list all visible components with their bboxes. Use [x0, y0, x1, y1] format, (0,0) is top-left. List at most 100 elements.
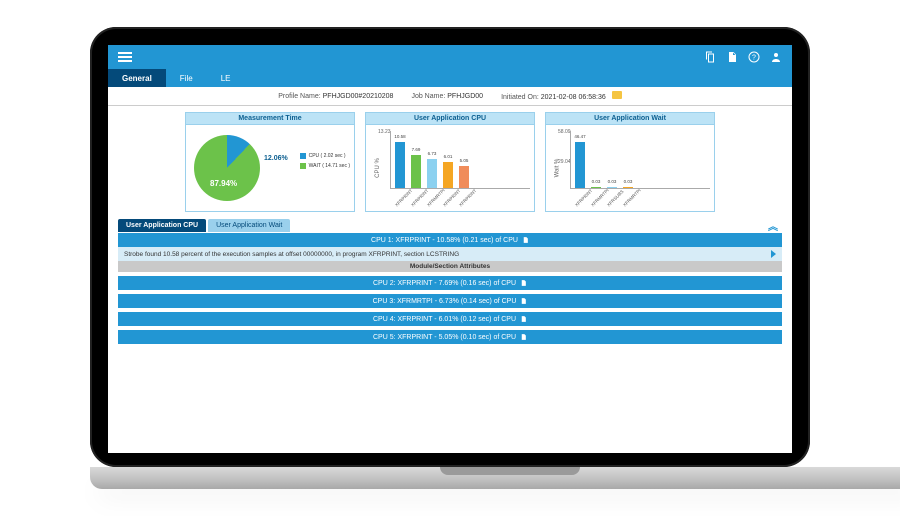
bar: 10.58 [395, 142, 405, 188]
document-icon [520, 297, 527, 305]
x-tick: XFRPRINT [442, 197, 453, 208]
result-row[interactable]: CPU 4: XFRPRINT - 6.01% (0.12 sec) of CP… [118, 312, 782, 326]
collapse-icon[interactable]: ︽ [768, 218, 782, 233]
x-tick: XFRMRTPI [590, 197, 601, 208]
result-row-label: CPU 5: XFRPRINT - 5.05% (0.10 sec) of CP… [373, 334, 516, 341]
card-app-cpu: User Application CPU CPU % 13.23 10.58 7… [365, 112, 535, 212]
top-actions: ? [704, 51, 782, 63]
laptop-base [90, 467, 900, 489]
result-detail: Strobe found 10.58 percent of the execut… [118, 247, 782, 261]
bar-area: 46.47 0.03 0.03 0.03 [570, 131, 710, 189]
pie-legend: CPU ( 2.02 sec ) WAIT ( 14.71 sec ) [300, 151, 350, 171]
job-label: Job Name: [411, 93, 445, 100]
bar-value: 6.01 [444, 154, 453, 159]
legend-swatch-cpu [300, 153, 306, 159]
result-tab-row: User Application CPU User Application Wa… [108, 218, 792, 233]
result-row-label: CPU 2: XFRPRINT - 7.69% (0.16 sec) of CP… [373, 280, 516, 287]
bar-value: 0.03 [624, 179, 633, 184]
x-ticks: XFRPRINT XFRMRTPI XFRSUBS XFRMRTPI [570, 204, 710, 209]
job-value: PFHJGD00 [447, 93, 483, 100]
bar-value: 5.05 [460, 158, 469, 163]
pie-graphic [194, 135, 260, 201]
x-tick: XFRMRTPI [426, 197, 437, 208]
document-icon [520, 315, 527, 323]
meta-bar: Profile Name: PFHJGD00#20210208 Job Name… [108, 87, 792, 106]
result-row[interactable]: CPU 1: XFRPRINT - 10.58% (0.21 sec) of C… [118, 233, 782, 247]
tab-file[interactable]: File [166, 69, 207, 87]
document-icon [520, 279, 527, 287]
results-list: CPU 1: XFRPRINT - 10.58% (0.21 sec) of C… [108, 233, 792, 350]
x-tick: XFRPRINT [394, 197, 405, 208]
bar-area: 10.58 7.69 6.73 6.01 5.05 [390, 131, 530, 189]
app-screen: ? General File LE Profile Name: PFHJGD00… [108, 45, 792, 453]
result-tab-wait[interactable]: User Application Wait [208, 219, 290, 232]
y-axis-label: CPU % [375, 158, 381, 178]
expand-icon[interactable] [771, 250, 776, 258]
result-group: CPU 1: XFRPRINT - 10.58% (0.21 sec) of C… [118, 233, 782, 272]
bar-value: 10.58 [394, 134, 405, 139]
tab-le[interactable]: LE [207, 69, 245, 87]
x-tick: XFRPRINT [574, 197, 585, 208]
bar-value: 7.69 [412, 147, 421, 152]
card-title: User Application Wait [546, 113, 714, 125]
x-tick: XFRPRINT [410, 197, 421, 208]
y-tick: 13.23 [378, 129, 391, 135]
help-icon[interactable]: ? [748, 51, 760, 63]
result-detail-text: Strobe found 10.58 percent of the execut… [124, 251, 459, 258]
page-tab-row: General File LE [108, 69, 792, 87]
pie-chart: 12.06% 87.94% CPU ( 2.02 sec ) WAIT ( 14… [186, 125, 354, 211]
bar: 0.03 [623, 187, 633, 188]
pie-pct-wait: 87.94% [210, 179, 237, 188]
tab-general[interactable]: General [108, 69, 166, 87]
result-row[interactable]: CPU 5: XFRPRINT - 5.05% (0.10 sec) of CP… [118, 330, 782, 344]
profile-value: PFHJGD00#20210208 [323, 93, 394, 100]
bar: 6.01 [443, 162, 453, 188]
card-title: Measurement Time [186, 113, 354, 125]
user-icon[interactable] [770, 51, 782, 63]
document-icon[interactable] [726, 51, 738, 63]
initiated-value: 2021-02-08 06:58:36 [541, 94, 606, 101]
result-row-label: CPU 3: XFRMRTPI - 6.73% (0.14 sec) of CP… [373, 298, 517, 305]
legend-wait: WAIT ( 14.71 sec ) [309, 163, 350, 169]
bar: 7.69 [411, 155, 421, 188]
card-title: User Application CPU [366, 113, 534, 125]
bar-value: 0.03 [608, 179, 617, 184]
x-tick: XFRMRTPI [622, 197, 633, 208]
bar: 0.03 [607, 187, 617, 188]
bar: 5.05 [459, 166, 469, 188]
pie-pct-cpu: 12.06% [264, 155, 288, 162]
folder-icon[interactable] [612, 91, 622, 99]
top-bar: ? [108, 45, 792, 69]
copy-icon[interactable] [704, 51, 716, 63]
bar: 0.03 [591, 187, 601, 188]
result-row[interactable]: CPU 3: XFRMRTPI - 6.73% (0.14 sec) of CP… [118, 294, 782, 308]
bar-value: 0.03 [592, 179, 601, 184]
result-row[interactable]: CPU 2: XFRPRINT - 7.69% (0.16 sec) of CP… [118, 276, 782, 290]
laptop-frame: ? General File LE Profile Name: PFHJGD00… [90, 27, 810, 489]
laptop-hinge [440, 467, 580, 475]
result-tab-cpu[interactable]: User Application CPU [118, 219, 206, 232]
x-tick: XFRPRINT [458, 197, 469, 208]
y-tick: 58.09 [558, 129, 571, 135]
card-measurement-time: Measurement Time 12.06% 87.94% CPU ( 2.0… [185, 112, 355, 212]
document-icon [520, 333, 527, 341]
chart-cards: Measurement Time 12.06% 87.94% CPU ( 2.0… [108, 106, 792, 218]
initiated-label: Initiated On: [501, 94, 539, 101]
x-ticks: XFRPRINT XFRPRINT XFRMRTPI XFRPRINT XFRP… [390, 204, 530, 209]
profile-label: Profile Name: [278, 93, 320, 100]
bar: 46.47 [575, 142, 585, 188]
attributes-header[interactable]: Module/Section Attributes [118, 261, 782, 272]
card-app-wait: User Application Wait Wait % 58.09 29.04… [545, 112, 715, 212]
bar-value: 6.73 [428, 151, 437, 156]
y-tick: 29.04 [558, 159, 571, 165]
bar-value: 46.47 [574, 134, 585, 139]
bar-chart-cpu: CPU % 13.23 10.58 7.69 6.73 6.01 5.05 XF… [366, 125, 534, 211]
result-row-label: CPU 4: XFRPRINT - 6.01% (0.12 sec) of CP… [373, 316, 516, 323]
result-row-label: CPU 1: XFRPRINT - 10.58% (0.21 sec) of C… [371, 237, 518, 244]
bezel: ? General File LE Profile Name: PFHJGD00… [90, 27, 810, 467]
legend-swatch-wait [300, 163, 306, 169]
bar: 6.73 [427, 159, 437, 188]
svg-text:?: ? [752, 55, 756, 62]
menu-icon[interactable] [118, 50, 132, 64]
x-tick: XFRSUBS [606, 197, 617, 208]
